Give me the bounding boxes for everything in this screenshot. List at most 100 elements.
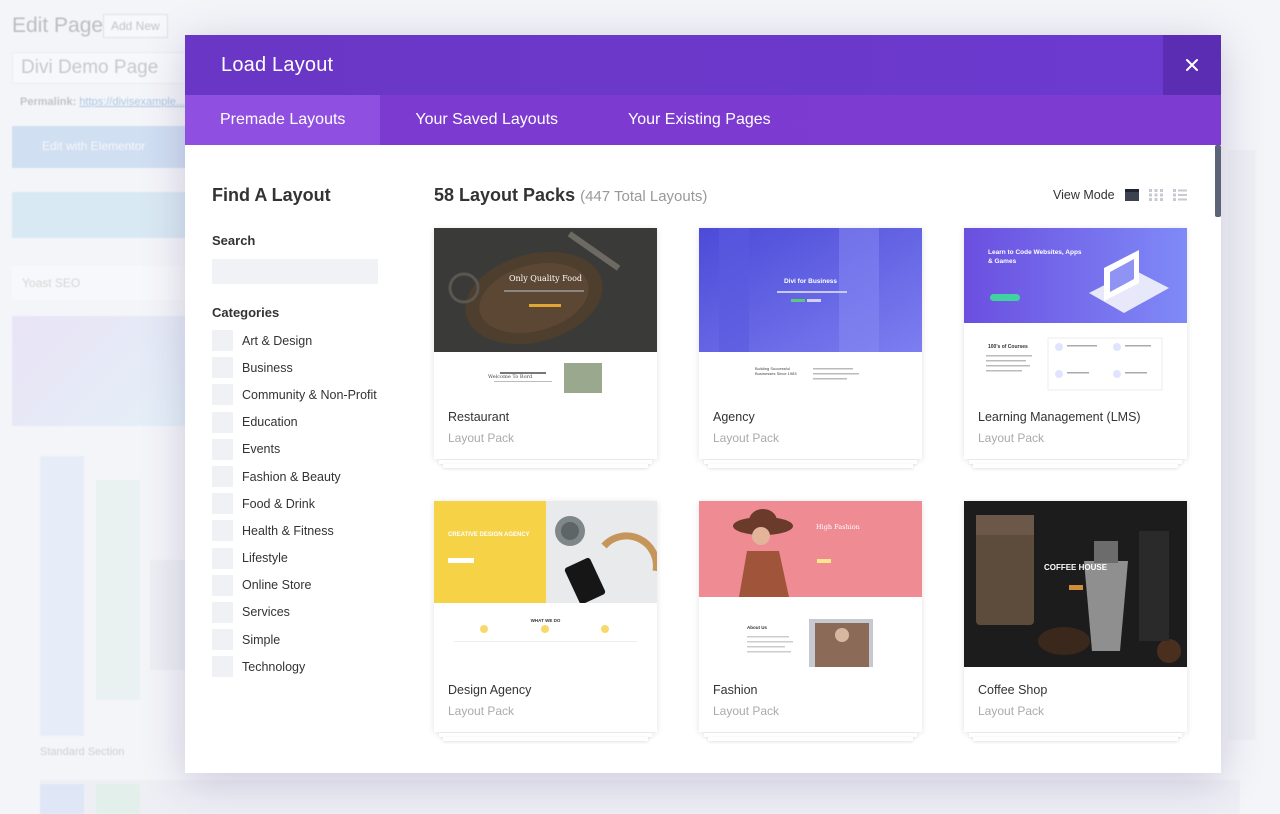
- category-checkbox[interactable]: [212, 520, 233, 542]
- layout-card-restaurant[interactable]: Only Quality Food Welcome To Bord Restau…: [434, 228, 657, 468]
- thumb-heading: Learn to Code Websites, Apps & Games: [988, 249, 1082, 265]
- category-online-store[interactable]: Online Store: [212, 572, 392, 599]
- category-label: Art & Design: [242, 333, 313, 348]
- close-icon: [1186, 59, 1198, 71]
- coffee-shop-preview-image: [964, 501, 1187, 667]
- modal-header: Load Layout: [185, 35, 1221, 95]
- category-art-design[interactable]: Art & Design: [212, 327, 392, 354]
- category-health-fitness[interactable]: Health & Fitness: [212, 517, 392, 544]
- view-mode-label: View Mode: [1053, 188, 1115, 202]
- category-events[interactable]: Events: [212, 436, 392, 463]
- category-label: Food & Drink: [242, 496, 315, 511]
- category-checkbox[interactable]: [212, 493, 233, 515]
- category-food-drink[interactable]: Food & Drink: [212, 490, 392, 517]
- category-checkbox[interactable]: [212, 656, 233, 678]
- category-services[interactable]: Services: [212, 599, 392, 626]
- total-layouts: (447 Total Layouts): [580, 188, 708, 205]
- category-technology[interactable]: Technology: [212, 653, 392, 680]
- category-checkbox[interactable]: [212, 547, 233, 569]
- category-checkbox[interactable]: [212, 411, 233, 433]
- category-checkbox[interactable]: [212, 330, 233, 352]
- thumb-subheading: Building Successful Businesses Since 198…: [755, 366, 797, 376]
- permalink-label: Permalink:: [20, 96, 77, 108]
- category-label: Business: [242, 360, 293, 375]
- thumb-heading: High Fashion: [816, 523, 860, 531]
- search-input[interactable]: [212, 259, 378, 284]
- category-lifestyle[interactable]: Lifestyle: [212, 545, 392, 572]
- card-thumbnail: Learn to Code Websites, Apps & Games 100…: [964, 228, 1187, 394]
- category-label: Fashion & Beauty: [242, 469, 341, 484]
- layout-card-design-agency[interactable]: CREATIVE DESIGN AGENCY WHAT WE DO Design…: [434, 501, 657, 741]
- card-thumbnail: Divi for Business Building Successful Bu…: [699, 228, 922, 394]
- layout-card-coffee-shop[interactable]: COFFEE HOUSE Coffee Shop Layout Pack: [964, 501, 1187, 741]
- category-checkbox[interactable]: [212, 601, 233, 623]
- single-view-icon[interactable]: [1124, 188, 1140, 202]
- card-thumbnail: CREATIVE DESIGN AGENCY WHAT WE DO: [434, 501, 657, 667]
- thumb-heading: CREATIVE DESIGN AGENCY: [448, 532, 530, 538]
- category-business[interactable]: Business: [212, 354, 392, 381]
- category-label: Services: [242, 605, 290, 620]
- standard-section-label: Standard Section: [40, 746, 125, 758]
- category-education[interactable]: Education: [212, 409, 392, 436]
- thumb-heading: Divi for Business: [783, 278, 838, 285]
- right-panel: [1228, 150, 1256, 740]
- category-list: Art & Design Business Community & Non-Pr…: [212, 327, 392, 680]
- fashion-preview-image: [699, 501, 922, 667]
- permalink-url: https://divisexample...: [79, 96, 186, 108]
- category-label: Events: [242, 442, 281, 457]
- tab-premade-layouts[interactable]: Premade Layouts: [185, 95, 381, 145]
- agency-preview-image: [699, 228, 922, 394]
- card-subtitle: Layout Pack: [713, 431, 780, 445]
- category-checkbox[interactable]: [212, 438, 233, 460]
- card-title: Design Agency: [448, 683, 532, 697]
- layout-packs-heading: 58 Layout Packs (447 Total Layouts): [434, 185, 707, 206]
- builder-column: [96, 480, 140, 700]
- card-thumbnail: High Fashion About Us: [699, 501, 922, 667]
- card-subtitle: Layout Pack: [978, 704, 1045, 718]
- card-title: Agency: [713, 410, 755, 424]
- divi-builder-block: [12, 192, 187, 238]
- category-checkbox[interactable]: [212, 574, 233, 596]
- category-checkbox[interactable]: [212, 357, 233, 379]
- design-agency-preview-image: [434, 501, 657, 667]
- category-checkbox[interactable]: [212, 629, 233, 651]
- grid-view-icon[interactable]: [1148, 188, 1164, 202]
- yoast-box: Yoast SEO: [12, 266, 187, 300]
- permalink: Permalink: https://divisexample...: [20, 96, 185, 108]
- card-subtitle: Layout Pack: [448, 704, 515, 718]
- card-title: Fashion: [713, 683, 758, 697]
- scrollbar[interactable]: [1215, 145, 1221, 217]
- builder-column: [150, 560, 190, 670]
- category-checkbox[interactable]: [212, 384, 233, 406]
- category-checkbox[interactable]: [212, 466, 233, 488]
- thumb-subheading: About Us: [747, 625, 767, 630]
- category-label: Health & Fitness: [242, 523, 334, 538]
- load-layout-modal: Load Layout Premade Layouts Your Saved L…: [185, 35, 1221, 773]
- card-subtitle: Layout Pack: [713, 704, 780, 718]
- thumb-subheading: WHAT WE DO: [530, 618, 561, 623]
- thumb-heading: Only Quality Food: [508, 274, 583, 283]
- category-label: Simple: [242, 632, 281, 647]
- tab-existing-pages[interactable]: Your Existing Pages: [593, 95, 806, 145]
- layout-card-agency[interactable]: Divi for Business Building Successful Bu…: [699, 228, 922, 468]
- category-fashion-beauty[interactable]: Fashion & Beauty: [212, 463, 392, 490]
- card-subtitle: Layout Pack: [978, 431, 1045, 445]
- edit-elementor-button: Edit with Elementor: [12, 126, 187, 168]
- card-thumbnail: COFFEE HOUSE: [964, 501, 1187, 667]
- card-title: Restaurant: [448, 410, 510, 424]
- modal-tabs: Premade Layouts Your Saved Layouts Your …: [185, 95, 1221, 145]
- modal-title: Load Layout: [221, 54, 334, 76]
- layout-filter-sidebar: Find A Layout Search Categories Art & De…: [212, 185, 392, 680]
- category-community-non-profit[interactable]: Community & Non-Profit: [212, 381, 392, 408]
- close-button[interactable]: [1163, 35, 1221, 95]
- restaurant-preview-image: [434, 228, 657, 394]
- card-title: Coffee Shop: [978, 683, 1048, 697]
- tab-saved-layouts[interactable]: Your Saved Layouts: [380, 95, 593, 145]
- layout-card-fashion[interactable]: High Fashion About Us Fashion Layout Pac…: [699, 501, 922, 741]
- category-simple[interactable]: Simple: [212, 626, 392, 653]
- list-view-icon[interactable]: [1172, 188, 1188, 202]
- category-label: Online Store: [242, 578, 312, 593]
- page-heading: Edit Page: [12, 14, 104, 37]
- layout-card-lms[interactable]: Learn to Code Websites, Apps & Games 100…: [964, 228, 1187, 468]
- category-label: Community & Non-Profit: [242, 387, 377, 402]
